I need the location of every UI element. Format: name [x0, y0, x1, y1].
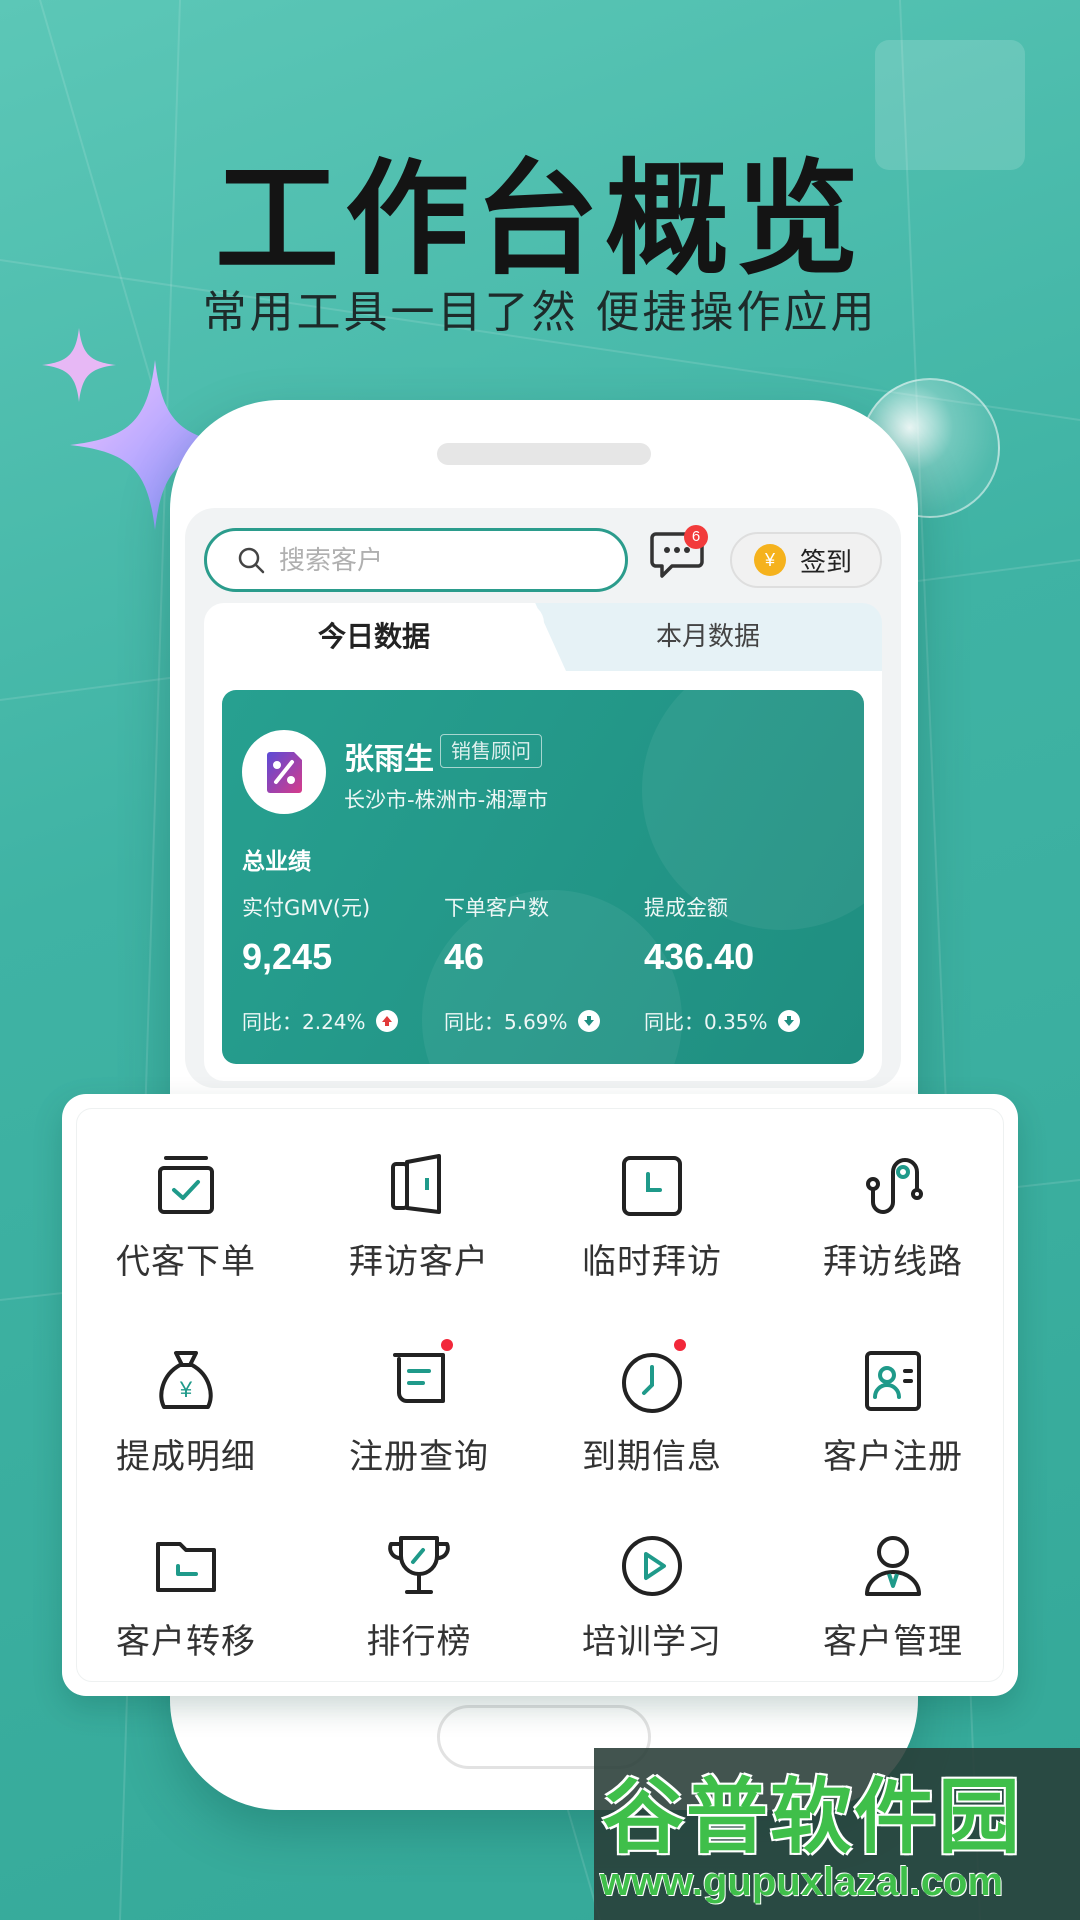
arrow-up-icon — [375, 1009, 398, 1032]
tool-registration-query[interactable]: 注册查询 — [324, 1339, 514, 1478]
stat-yoy-text: 同比：2.24% — [242, 1010, 366, 1034]
tab-today-data[interactable]: 今日数据 — [204, 603, 544, 671]
tool-expiry-info[interactable]: 到期信息 — [557, 1339, 747, 1478]
tool-label: 注册查询 — [349, 1437, 489, 1477]
search-bar[interactable] — [204, 528, 628, 592]
phone-speaker — [437, 443, 651, 465]
tab-month-data[interactable]: 本月数据 — [534, 603, 882, 671]
data-tabs: 本月数据 今日数据 — [204, 603, 882, 671]
tool-label: 代客下单 — [116, 1242, 256, 1282]
tool-label: 拜访线路 — [823, 1242, 963, 1282]
clock-icon — [616, 1339, 688, 1417]
tool-temp-visit[interactable]: 临时拜访 — [557, 1150, 747, 1283]
tool-label: 培训学习 — [582, 1622, 722, 1662]
tool-customer-management[interactable]: 客户管理 — [798, 1530, 988, 1663]
arrow-down-icon — [777, 1009, 800, 1032]
stat-yoy: 同比：0.35% — [644, 1006, 800, 1035]
tool-label: 到期信息 — [582, 1437, 722, 1477]
clock-square-icon — [616, 1150, 688, 1222]
stat-commission: 提成金额 436.40 同比：0.35% — [644, 892, 800, 1035]
stat-label: 下单客户数 — [444, 896, 549, 920]
svg-text:¥: ¥ — [179, 1377, 193, 1402]
user-icon — [857, 1530, 929, 1602]
contact-card-icon — [857, 1345, 929, 1417]
tool-leaderboard[interactable]: 排行榜 — [324, 1530, 514, 1663]
role-badge: 销售顾问 — [440, 734, 542, 768]
summary-label: 总业绩 — [242, 849, 311, 875]
tool-label: 客户转移 — [116, 1622, 256, 1662]
tool-label: 拜访客户 — [349, 1242, 489, 1282]
stat-value: 46 — [444, 936, 485, 977]
stat-yoy-text: 同比：5.69% — [444, 1010, 568, 1034]
tool-label: 提成明细 — [116, 1437, 256, 1477]
play-icon — [616, 1530, 688, 1602]
signin-button[interactable]: ¥ 签到 — [730, 532, 882, 588]
tool-visit-route[interactable]: 拜访线路 — [798, 1150, 988, 1283]
scroll-icon — [383, 1339, 455, 1417]
door-icon — [383, 1150, 455, 1222]
search-icon — [238, 547, 265, 574]
stat-label: 提成金额 — [644, 896, 728, 920]
watermark-title: 谷普软件园 — [602, 1770, 1023, 1865]
stat-value: 9,245 — [242, 936, 333, 977]
tool-label: 排行榜 — [366, 1622, 472, 1662]
tool-proxy-order[interactable]: 代客下单 — [91, 1150, 281, 1283]
order-check-icon — [150, 1150, 222, 1222]
user-name: 张雨生 — [344, 742, 434, 777]
notification-dot — [441, 1339, 453, 1351]
trophy-icon — [383, 1530, 455, 1602]
money-bag-icon: ¥ — [150, 1345, 222, 1417]
tool-customer-register[interactable]: 客户注册 — [798, 1345, 988, 1478]
sparkle-small-icon — [42, 328, 116, 402]
search-input[interactable] — [279, 544, 579, 576]
stat-yoy-text: 同比：0.35% — [644, 1010, 768, 1034]
avatar — [242, 730, 326, 814]
hero-title: 工作台概览 — [214, 148, 865, 292]
stat-value: 436.40 — [644, 936, 755, 977]
stat-yoy: 同比：2.24% — [242, 1006, 398, 1035]
performance-card: 张雨生 销售顾问 长沙市-株洲市-湘潭市 总业绩 实付GMV(元) 9,245 … — [222, 690, 864, 1064]
signin-label: 签到 — [800, 547, 853, 578]
tool-label: 客户注册 — [823, 1437, 963, 1477]
tool-label: 临时拜访 — [582, 1242, 722, 1282]
tool-visit-customer[interactable]: 拜访客户 — [324, 1150, 514, 1283]
hero-subtitle: 常用工具一目了然 便捷操作应用 — [202, 287, 878, 338]
tool-customer-transfer[interactable]: 客户转移 — [91, 1530, 281, 1663]
user-region: 长沙市-株洲市-湘潭市 — [344, 788, 549, 812]
coin-icon: ¥ — [754, 544, 786, 576]
tool-commission-detail[interactable]: ¥ 提成明细 — [91, 1345, 281, 1478]
app-logo-icon — [267, 752, 302, 793]
notification-dot — [674, 1339, 686, 1351]
arrow-down-icon — [577, 1009, 600, 1032]
message-badge: 6 — [684, 525, 708, 549]
watermark-url: www.gupuxlazal.com — [600, 1860, 1004, 1904]
stat-customers: 下单客户数 46 同比：5.69% — [444, 892, 600, 1035]
tool-label: 客户管理 — [823, 1622, 963, 1662]
stat-label: 实付GMV(元) — [242, 896, 371, 920]
folder-transfer-icon — [150, 1530, 222, 1602]
tool-training[interactable]: 培训学习 — [557, 1530, 747, 1663]
route-icon — [857, 1150, 929, 1222]
stat-yoy: 同比：5.69% — [444, 1006, 600, 1035]
stat-gmv: 实付GMV(元) 9,245 同比：2.24% — [242, 892, 398, 1035]
